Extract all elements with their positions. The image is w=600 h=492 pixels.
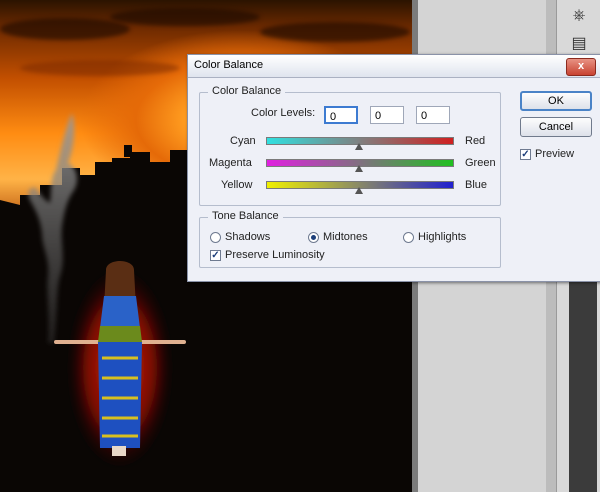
- preview-checkbox[interactable]: ✓: [520, 149, 531, 160]
- usb-plug-icon[interactable]: ⎈: [569, 6, 589, 26]
- dialog-title: Color Balance: [194, 59, 264, 71]
- slider-red-label: Red: [465, 135, 486, 147]
- dialog-titlebar[interactable]: Color Balance x: [188, 55, 600, 78]
- midtones-label[interactable]: Midtones: [323, 231, 368, 243]
- midtones-radio[interactable]: [308, 232, 319, 243]
- slider-magenta-label: Magenta: [209, 157, 252, 169]
- preserve-luminosity-label[interactable]: Preserve Luminosity: [225, 249, 325, 261]
- close-button[interactable]: x: [566, 58, 596, 76]
- clipboard-icon[interactable]: ▤: [569, 34, 589, 54]
- color-balance-dialog: Color Balance x Color Balance Color Leve…: [187, 54, 600, 282]
- slider-yellow-label: Yellow: [221, 179, 253, 191]
- level-cyan-red-input[interactable]: 0: [324, 106, 358, 124]
- highlights-radio[interactable]: [403, 232, 414, 243]
- shadows-label[interactable]: Shadows: [225, 231, 270, 243]
- cyan-red-slider-thumb[interactable]: [355, 143, 363, 150]
- tone-balance-group: Tone Balance Shadows Midtones Highlights…: [199, 210, 501, 268]
- slider-green-label: Green: [465, 157, 496, 169]
- slider-blue-label: Blue: [465, 179, 488, 191]
- color-balance-legend: Color Balance: [208, 85, 286, 97]
- preserve-luminosity-checkbox[interactable]: ✓: [210, 250, 221, 261]
- magenta-green-slider-thumb[interactable]: [355, 165, 363, 172]
- highlights-label[interactable]: Highlights: [418, 231, 466, 243]
- ok-button[interactable]: OK: [520, 91, 592, 111]
- woman-figure: [54, 261, 186, 468]
- color-levels-label: Color Levels:: [251, 107, 316, 119]
- preview-label[interactable]: Preview: [535, 148, 574, 160]
- level-magenta-green-input[interactable]: 0: [370, 106, 404, 124]
- slider-cyan-label: Cyan: [230, 135, 256, 147]
- yellow-blue-slider-thumb[interactable]: [355, 187, 363, 194]
- cancel-button[interactable]: Cancel: [520, 117, 592, 137]
- level-yellow-blue-input[interactable]: 0: [416, 106, 450, 124]
- tone-balance-legend: Tone Balance: [208, 210, 283, 222]
- color-balance-group: Color Balance Color Levels: 0 0 0 Cyan R…: [199, 85, 501, 206]
- shadows-radio[interactable]: [210, 232, 221, 243]
